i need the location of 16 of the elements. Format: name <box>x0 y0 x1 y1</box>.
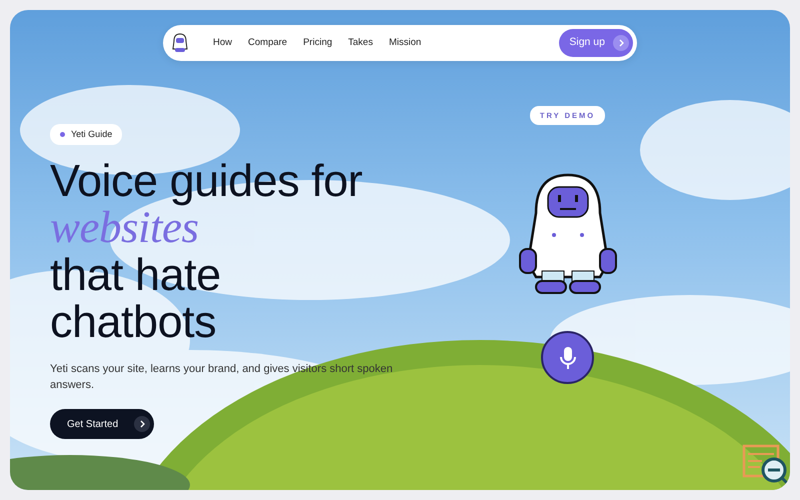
nav-link[interactable]: Pricing <box>303 36 332 50</box>
nav-link[interactable]: Takes <box>348 36 373 50</box>
chevron-right-icon <box>134 416 150 432</box>
nav-link[interactable]: Mission <box>388 36 422 50</box>
nav-link[interactable]: Compare <box>248 36 288 50</box>
nav-link[interactable]: How <box>213 36 232 50</box>
yeti-guide-badge: Yeti Guide <box>50 124 122 146</box>
get-started-button[interactable]: Get Started <box>50 409 154 440</box>
yeti-logo-icon[interactable] <box>171 33 189 53</box>
chevron-right-icon <box>613 35 629 51</box>
sign-up-button[interactable]: Sign up <box>559 29 633 57</box>
headline: Voice guides for <box>50 157 364 204</box>
microphone-icon <box>558 346 578 370</box>
headline: that hate <box>50 251 222 298</box>
headline: chatbots <box>50 298 218 346</box>
document-search-icon[interactable] <box>742 444 790 486</box>
